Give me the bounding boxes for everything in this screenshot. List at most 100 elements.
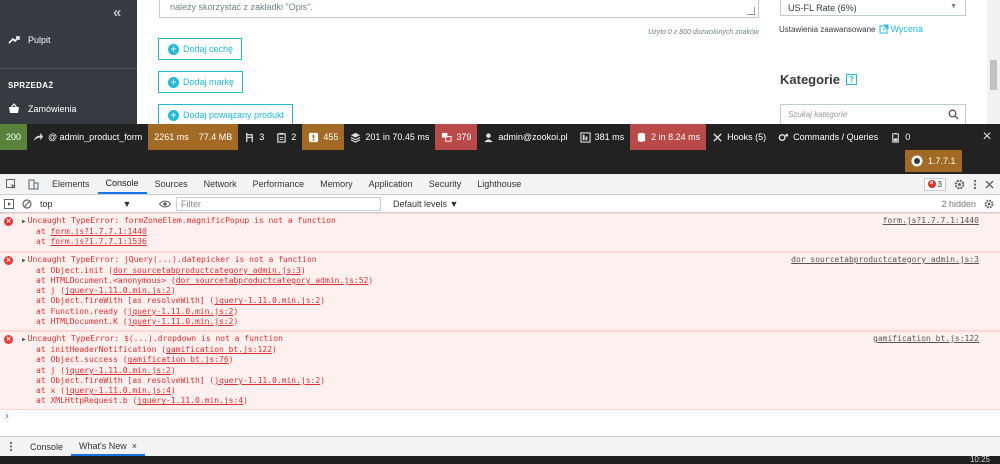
tab-network[interactable]: Network bbox=[196, 174, 245, 194]
pricing-link[interactable]: Wycena bbox=[879, 24, 923, 34]
frame-link[interactable]: jquery-1.11.0.min.js:4 bbox=[65, 386, 171, 395]
error-count-badge[interactable]: × 3 bbox=[923, 177, 946, 191]
tab-sources[interactable]: Sources bbox=[147, 174, 196, 194]
devtools-tabbar: Elements Console Sources Network Perform… bbox=[0, 174, 1000, 195]
sidebar-item-orders[interactable]: Zamówienia bbox=[8, 103, 77, 115]
add-feature-button[interactable]: + Dodaj cechę bbox=[158, 38, 243, 60]
tax-rule-select[interactable]: US-FL Rate (6%) ▼ bbox=[780, 0, 966, 16]
error-summary[interactable]: ▶ Uncaught TypeError: formZoneElem.magnif… bbox=[22, 216, 1000, 227]
frame-link[interactable]: jquery-1.11.0.min.js:2 bbox=[65, 366, 171, 375]
expand-triangle-icon[interactable]: ▶ bbox=[22, 257, 26, 264]
error-icon: × bbox=[4, 255, 13, 265]
close-debugbar-button[interactable]: × bbox=[974, 124, 1000, 150]
tab-lighthouse[interactable]: Lighthouse bbox=[469, 174, 529, 194]
console-error-message[interactable]: × gamification_bt.js:122 ▶ Uncaught TypeErr… bbox=[0, 331, 1000, 411]
commands-panel[interactable]: Commands / Queries bbox=[772, 124, 884, 150]
console-prompt[interactable]: › bbox=[0, 410, 1000, 422]
description-textarea[interactable]: należy skorzystać z zakładki "Opis". bbox=[159, 0, 759, 18]
tab-application[interactable]: Application bbox=[361, 174, 421, 194]
frame-link[interactable]: gamification_bt.js:76 bbox=[128, 355, 229, 364]
tab-security[interactable]: Security bbox=[421, 174, 470, 194]
forms-icon bbox=[246, 132, 254, 142]
frame-link[interactable]: form.js?1.7.7.1:1536 bbox=[50, 237, 146, 246]
modules-panel[interactable]: 0 bbox=[884, 124, 916, 150]
frame-prefix: at j ( bbox=[36, 286, 65, 296]
button-label: Dodaj markę bbox=[183, 77, 235, 87]
filter-placeholder: Filter bbox=[181, 198, 201, 209]
frame-link[interactable]: jquery-1.11.0.min.js:2 bbox=[128, 307, 234, 316]
inspect-element-icon[interactable] bbox=[0, 174, 22, 194]
frame-link[interactable]: dor_sourcetabproductcategory_admin.js:3 bbox=[113, 266, 301, 275]
frame-link[interactable]: form.js?1.7.7.1:1440 bbox=[50, 227, 146, 236]
collapse-sidebar-button[interactable]: « bbox=[113, 4, 121, 21]
logs-panel[interactable]: 455 bbox=[302, 124, 345, 150]
frame-link[interactable]: jquery-1.11.0.min.js:2 bbox=[214, 376, 320, 385]
resize-handle-icon[interactable] bbox=[747, 7, 755, 15]
expand-triangle-icon[interactable]: ▶ bbox=[22, 218, 26, 225]
page-scrollbar[interactable] bbox=[987, 0, 1000, 125]
category-search-input[interactable]: Szukaj kategorie bbox=[780, 104, 966, 125]
drawer-menu-icon[interactable] bbox=[0, 437, 22, 456]
forms-panel[interactable]: 3 bbox=[238, 124, 270, 150]
tab-performance[interactable]: Performance bbox=[245, 174, 313, 194]
status-code-badge[interactable]: 200 bbox=[0, 124, 28, 150]
error-summary[interactable]: ▶ Uncaught TypeError: $(...).dropdown is … bbox=[22, 334, 1000, 345]
frame-link[interactable]: jquery-1.11.0.min.js:2 bbox=[214, 296, 320, 305]
gear-icon[interactable] bbox=[954, 179, 965, 190]
button-label: Dodaj cechę bbox=[183, 44, 234, 54]
error-icon: × bbox=[927, 180, 936, 188]
device-toggle-icon[interactable] bbox=[22, 174, 44, 194]
close-tab-icon[interactable]: × bbox=[132, 441, 137, 451]
frame-link[interactable]: dor_sourcetabproductcategory_admin.js:52 bbox=[176, 276, 369, 285]
more-options-icon[interactable] bbox=[973, 179, 977, 190]
frame-link[interactable]: gamification_bt.js:122 bbox=[166, 345, 272, 354]
context-select[interactable]: top ▼ bbox=[36, 199, 156, 209]
search-icon bbox=[948, 109, 959, 120]
log-levels-select[interactable]: Default levels ▼ bbox=[393, 199, 458, 209]
stack-frame: at Object.fireWith [as resolveWith] (jqu… bbox=[22, 376, 1000, 386]
drawer-tab-console[interactable]: Console bbox=[22, 437, 71, 456]
frame-link[interactable]: jquery-1.11.0.min.js:2 bbox=[128, 317, 234, 326]
translations-panel[interactable]: 379 bbox=[435, 124, 478, 150]
add-related-product-button[interactable]: + Dodaj powiązany produkt bbox=[158, 104, 294, 125]
error-count: 3 bbox=[937, 179, 942, 189]
security-panel[interactable]: admin@zookoi.pl bbox=[477, 124, 573, 150]
filter-input[interactable]: Filter bbox=[176, 196, 381, 211]
tab-memory[interactable]: Memory bbox=[312, 174, 361, 194]
source-link[interactable]: dor_sourcetabproductcategory_admin.js:3 bbox=[791, 255, 979, 265]
database-panel[interactable]: 2 in 8.24 ms bbox=[630, 124, 707, 150]
expand-triangle-icon[interactable]: ▶ bbox=[22, 336, 26, 343]
cache-stats: 201 in 70.45 ms bbox=[365, 132, 430, 142]
console-error-message[interactable]: × form.js?1.7.7.1:1440 ▶ Uncaught TypeError… bbox=[0, 213, 1000, 252]
cache-panel[interactable]: 201 in 70.45 ms bbox=[344, 124, 435, 150]
clear-console-icon[interactable] bbox=[18, 198, 36, 209]
frame-prefix: at j ( bbox=[36, 365, 65, 375]
console-settings-icon[interactable] bbox=[984, 199, 994, 209]
help-icon[interactable]: ? bbox=[845, 74, 857, 85]
stack-frame: at HTMLDocument.K (jquery-1.11.0.min.js:… bbox=[22, 317, 1000, 327]
stack-frame: at form.js?1.7.7.1:1536 bbox=[22, 237, 1000, 247]
performance-panel[interactable]: 2261 ms 77.4 MB bbox=[148, 124, 239, 150]
source-link[interactable]: gamification_bt.js:122 bbox=[873, 334, 979, 344]
sidebar-item-dashboard[interactable]: Pulpit bbox=[8, 34, 51, 46]
drawer-tab-whats-new[interactable]: What's New × bbox=[71, 437, 146, 456]
tab-console[interactable]: Console bbox=[97, 174, 147, 194]
timeline-panel[interactable]: 381 ms bbox=[574, 124, 631, 150]
sidebar-toggle-icon[interactable] bbox=[0, 198, 18, 209]
source-link[interactable]: form.js?1.7.7.1:1440 bbox=[883, 216, 979, 226]
hooks-panel[interactable]: Hooks (5) bbox=[706, 124, 772, 150]
translation-icon bbox=[442, 132, 452, 142]
tab-elements[interactable]: Elements bbox=[44, 174, 98, 194]
version-badge[interactable]: 1.7.7.1 bbox=[905, 150, 962, 172]
route-panel[interactable]: @ admin_product_form bbox=[27, 124, 148, 150]
close-devtools-icon[interactable] bbox=[985, 180, 994, 189]
validator-panel[interactable]: 2 bbox=[270, 124, 302, 150]
scrollbar-thumb[interactable] bbox=[990, 60, 997, 90]
console-error-message[interactable]: × dor_sourcetabproductcategory_admin.js:3… bbox=[0, 251, 1000, 332]
add-brand-button[interactable]: + Dodaj markę bbox=[158, 71, 244, 93]
frame-link[interactable]: jquery-1.11.0.min.js:4 bbox=[137, 396, 243, 405]
eye-icon[interactable] bbox=[156, 200, 174, 208]
commands-label: Commands / Queries bbox=[793, 132, 879, 142]
frame-link[interactable]: jquery-1.11.0.min.js:2 bbox=[65, 286, 171, 295]
sidebar-section-title: SPRZEDAŻ bbox=[8, 81, 54, 90]
